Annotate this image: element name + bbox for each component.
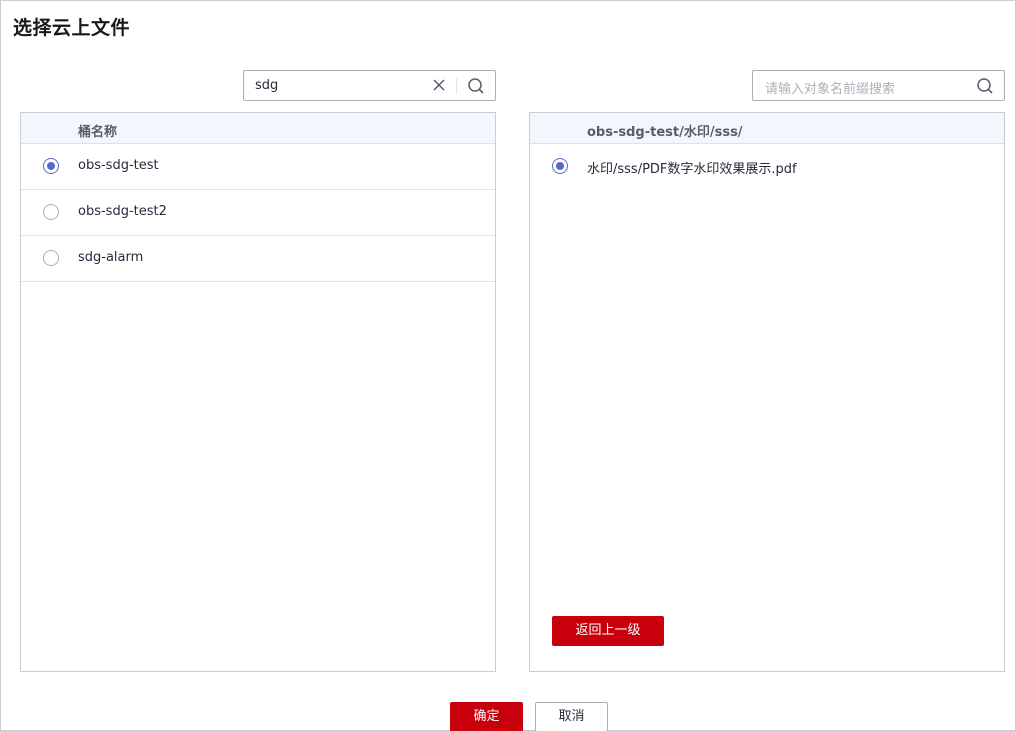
bucket-row[interactable]: obs-sdg-test (21, 144, 495, 190)
search-divider (456, 78, 457, 94)
close-icon[interactable] (431, 77, 447, 93)
select-cloud-file-dialog: 选择云上文件 sdg 请输入对象名前缀搜索 桶名称 obs-sdg-test o… (0, 0, 1016, 731)
bucket-radio[interactable] (43, 250, 59, 266)
object-list-header: obs-sdg-test/水印/sss/ (530, 113, 1004, 144)
bucket-list-panel: 桶名称 obs-sdg-test obs-sdg-test2 sdg-alarm (20, 112, 496, 672)
current-path-header: obs-sdg-test/水印/sss/ (587, 125, 743, 140)
dialog-title: 选择云上文件 (13, 17, 131, 39)
bucket-row[interactable]: sdg-alarm (21, 236, 495, 282)
bucket-name-column-header: 桶名称 (78, 125, 118, 140)
object-search-input[interactable]: 请输入对象名前缀搜索 (765, 78, 895, 97)
bucket-search-box[interactable]: sdg (243, 70, 496, 101)
object-row[interactable]: 水印/sss/PDF数字水印效果展示.pdf (530, 144, 1004, 190)
search-icon[interactable] (976, 77, 994, 95)
bucket-radio[interactable] (43, 204, 59, 220)
bucket-name: sdg-alarm (78, 250, 144, 265)
object-search-box[interactable]: 请输入对象名前缀搜索 (752, 70, 1005, 101)
bucket-search-input[interactable]: sdg (255, 78, 278, 93)
object-name: 水印/sss/PDF数字水印效果展示.pdf (587, 162, 797, 177)
object-radio[interactable] (552, 158, 568, 174)
bucket-name: obs-sdg-test2 (78, 204, 167, 219)
object-list-panel: obs-sdg-test/水印/sss/ 水印/sss/PDF数字水印效果展示.… (529, 112, 1005, 672)
back-to-parent-button[interactable]: 返回上一级 (552, 616, 664, 646)
cancel-button[interactable]: 取消 (535, 702, 608, 731)
confirm-button[interactable]: 确定 (450, 702, 523, 731)
bucket-name: obs-sdg-test (78, 158, 159, 173)
search-icon[interactable] (467, 77, 485, 95)
bucket-row[interactable]: obs-sdg-test2 (21, 190, 495, 236)
bucket-radio[interactable] (43, 158, 59, 174)
bucket-list-header: 桶名称 (21, 113, 495, 144)
